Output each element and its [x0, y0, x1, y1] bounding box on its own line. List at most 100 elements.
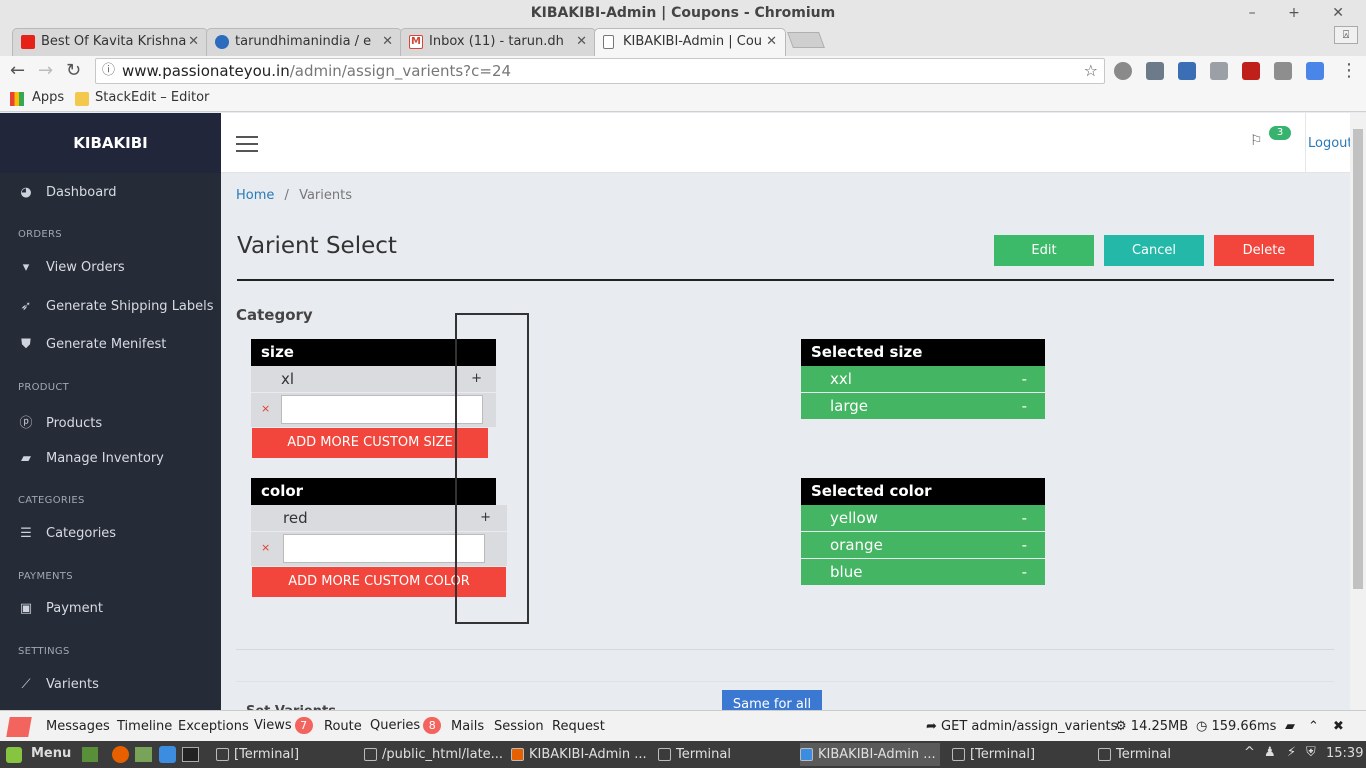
flag-icon[interactable]: ⚐ [1250, 133, 1263, 149]
chromium-icon [800, 748, 813, 761]
forward-icon[interactable]: → [38, 60, 53, 81]
bookmark-apps[interactable]: Apps [32, 90, 64, 105]
analytics-extension-icon[interactable] [1178, 62, 1196, 80]
taskbar-item[interactable]: Terminal [658, 743, 798, 766]
pdf-extension-icon[interactable] [1242, 62, 1260, 80]
debug-tab-mails[interactable]: Mails [451, 719, 484, 734]
taskbar-item[interactable]: [Terminal] [952, 743, 1092, 766]
window-controls[interactable]: – + ✕ [1249, 0, 1358, 26]
delete-button[interactable]: Delete [1214, 235, 1314, 266]
selected-size-item[interactable]: xxl - [801, 366, 1045, 392]
text-editor-icon [364, 748, 377, 761]
debug-tab-timeline[interactable]: Timeline [117, 719, 172, 734]
update-shield-icon[interactable]: ⛨ [1306, 745, 1316, 760]
tab-kibakibi[interactable]: KIBAKIBI-Admin | Cou ✕ [594, 28, 786, 56]
taskbar-item[interactable]: /public_html/late... [364, 743, 504, 766]
debug-tab-session[interactable]: Session [494, 719, 544, 734]
hamburger-menu-icon[interactable] [236, 136, 258, 152]
extension-icon[interactable] [1114, 62, 1132, 80]
maximize-icon[interactable]: ⌃ [1308, 719, 1319, 734]
debug-tab-queries[interactable]: Queries 8 [370, 717, 442, 734]
bookmark-stackedit[interactable]: StackEdit – Editor [95, 90, 209, 105]
sidebar-item-view-orders[interactable]: ▾ View Orders [18, 260, 125, 275]
taskbar-item-active[interactable]: KIBAKIBI-Admin ... [800, 743, 940, 766]
reload-icon[interactable]: ↻ [66, 60, 81, 81]
debug-tab-route[interactable]: Route [324, 719, 362, 734]
remove-icon[interactable]: × [261, 402, 270, 415]
custom-size-input[interactable] [281, 395, 483, 424]
task-label: Terminal [1116, 747, 1171, 762]
close-debugbar-icon[interactable]: ✖ [1333, 719, 1344, 734]
user-icon[interactable]: ♟ [1264, 745, 1276, 760]
profile-icon[interactable]: ⍓ [1334, 26, 1358, 44]
remove-size-button[interactable]: - [1022, 393, 1027, 419]
clock[interactable]: 15:39 [1326, 746, 1363, 761]
app-header [221, 113, 1350, 173]
address-bar[interactable]: ⓘ www.passionateyou.in/admin/assign_vari… [95, 58, 1105, 84]
close-icon[interactable]: ✕ [188, 29, 199, 55]
remove-color-button[interactable]: - [1022, 505, 1027, 531]
network-icon[interactable]: ⚡ [1287, 745, 1296, 760]
translate-extension-icon[interactable] [1306, 62, 1324, 80]
close-icon[interactable]: ✕ [766, 29, 777, 55]
remove-color-button[interactable]: - [1022, 559, 1027, 585]
laravel-debugbar-logo-icon[interactable] [6, 717, 32, 737]
sidebar-item-inventory[interactable]: ▰ Manage Inventory [18, 451, 164, 466]
sidebar-item-varients[interactable]: ⟋ Varients [18, 677, 98, 692]
add-custom-size-button[interactable]: ADD MORE CUSTOM SIZE [252, 428, 488, 458]
edit-button[interactable]: Edit [994, 235, 1094, 266]
remove-color-button[interactable]: - [1022, 532, 1027, 558]
clock-icon: ◷ [1196, 719, 1212, 734]
remove-icon[interactable]: × [261, 541, 270, 554]
tab-github[interactable]: tarundhimanindia / e ✕ [206, 28, 402, 56]
sidebar-item-shipping-labels[interactable]: ➶ Generate Shipping Labels [18, 299, 214, 314]
selected-size-item[interactable]: large - [801, 393, 1045, 419]
tab-gmail[interactable]: M Inbox (11) - tarun.dh ✕ [400, 28, 596, 56]
debug-tab-request[interactable]: Request [552, 719, 605, 734]
sidebar-item-categories[interactable]: ☰ Categories [18, 526, 116, 541]
sidebar-item-label: View Orders [46, 260, 125, 275]
debug-tab-exceptions[interactable]: Exceptions [178, 719, 249, 734]
files-icon[interactable] [135, 747, 152, 762]
extension-icon[interactable] [1210, 62, 1228, 80]
back-icon[interactable]: ← [10, 60, 25, 81]
taskbar-item[interactable]: Terminal [1098, 743, 1238, 766]
close-icon[interactable]: ✕ [576, 29, 587, 55]
task-label: KIBAKIBI-Admin ... [818, 747, 936, 762]
open-folder-icon[interactable]: ▰ [1285, 719, 1295, 734]
camera-extension-icon[interactable] [1274, 62, 1292, 80]
menu-button[interactable]: Menu [31, 746, 71, 761]
sidebar-item-manifest[interactable]: ⛊ Generate Menifest [18, 337, 166, 352]
remove-size-button[interactable]: - [1022, 366, 1027, 392]
bookmark-star-icon[interactable]: ☆ [1084, 59, 1098, 83]
selected-color-item[interactable]: blue - [801, 559, 1045, 585]
menu-dots-icon[interactable]: ⋮ [1340, 60, 1358, 81]
same-for-all-button[interactable]: Same for all [722, 690, 822, 712]
scrollbar-thumb[interactable] [1353, 129, 1363, 589]
extension-icon[interactable] [1146, 62, 1164, 80]
info-icon[interactable]: ⓘ [102, 59, 115, 83]
expand-tray-icon[interactable]: ^ [1244, 745, 1255, 760]
selected-color-item[interactable]: orange - [801, 532, 1045, 558]
cancel-button[interactable]: Cancel [1104, 235, 1204, 266]
taskbar-item[interactable]: KIBAKIBI-Admin ... [511, 743, 651, 766]
close-icon[interactable]: ✕ [382, 29, 393, 55]
sidebar-item-dashboard[interactable]: ◕ Dashboard [18, 185, 116, 200]
tab-youtube[interactable]: Best Of Kavita Krishna ✕ [12, 28, 208, 56]
logout-link[interactable]: Logout [1305, 113, 1353, 173]
show-desktop-icon[interactable] [82, 747, 98, 762]
sidebar-item-payment[interactable]: ▣ Payment [18, 601, 103, 616]
chromium-icon[interactable] [159, 746, 176, 763]
mint-menu-icon[interactable] [6, 747, 22, 763]
brand-logo[interactable]: KIBAKIBI [0, 113, 221, 173]
selected-color-item[interactable]: yellow - [801, 505, 1045, 531]
new-tab-button[interactable] [787, 32, 825, 48]
firefox-icon[interactable] [112, 746, 129, 763]
breadcrumb-home[interactable]: Home [236, 188, 274, 203]
debug-tab-messages[interactable]: Messages [46, 719, 110, 734]
debug-tab-views[interactable]: Views 7 [254, 717, 313, 734]
taskbar-item[interactable]: [Terminal] [216, 743, 356, 766]
sidebar-item-products[interactable]: ⓟ Products [18, 412, 102, 431]
scrollbar[interactable] [1350, 113, 1366, 710]
terminal-launcher-icon[interactable] [182, 747, 199, 762]
